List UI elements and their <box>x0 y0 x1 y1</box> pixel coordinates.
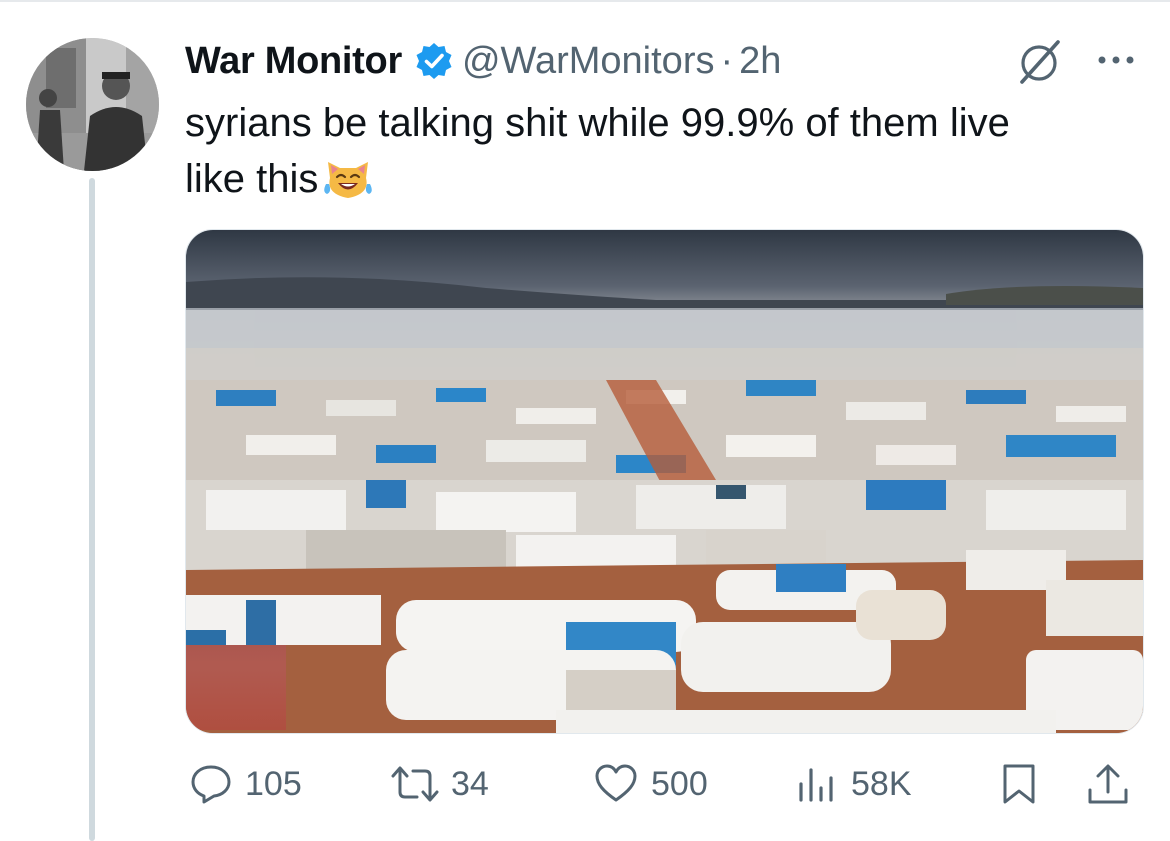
thread-line <box>89 178 95 841</box>
timestamp[interactable]: 2h <box>739 40 781 83</box>
retweet-button[interactable]: 34 <box>387 758 489 810</box>
avatar-photo <box>26 38 159 171</box>
retweet-count: 34 <box>451 764 489 803</box>
bookmark-button[interactable] <box>997 758 1041 810</box>
reply-icon <box>191 765 231 804</box>
top-divider <box>0 0 1170 2</box>
like-button[interactable]: 500 <box>593 758 708 810</box>
separator-dot: · <box>720 39 734 82</box>
more-icon[interactable] <box>1092 40 1140 80</box>
views-button[interactable]: 58K <box>795 758 912 810</box>
like-icon <box>595 764 637 802</box>
author-handle[interactable]: @WarMonitors <box>462 40 715 83</box>
author-name[interactable]: War Monitor <box>185 40 402 83</box>
verified-badge-icon <box>414 41 454 81</box>
tweet-header: War Monitor @WarMonitors · 2h <box>185 36 781 86</box>
like-count: 500 <box>651 764 708 803</box>
laughing-cat-emoji-icon <box>322 156 374 202</box>
tweet-actions: 105 34 500 58K <box>185 758 1145 810</box>
tweet-photo[interactable] <box>185 229 1144 734</box>
share-icon <box>1088 764 1128 804</box>
reply-count: 105 <box>245 764 302 803</box>
reply-button[interactable]: 105 <box>189 758 302 810</box>
tweet-text: syrians be talking shit while 99.9% of t… <box>185 95 1135 207</box>
views-count: 58K <box>851 764 912 803</box>
views-icon <box>799 768 833 802</box>
grok-icon[interactable] <box>1014 36 1066 88</box>
bookmark-icon <box>1003 764 1035 804</box>
share-button[interactable] <box>1085 758 1131 810</box>
avatar[interactable] <box>26 38 159 171</box>
camp-photo-illustration <box>186 230 1143 733</box>
retweet-icon <box>391 766 439 802</box>
tweet-body: syrians be talking shit while 99.9% of t… <box>185 101 1010 201</box>
